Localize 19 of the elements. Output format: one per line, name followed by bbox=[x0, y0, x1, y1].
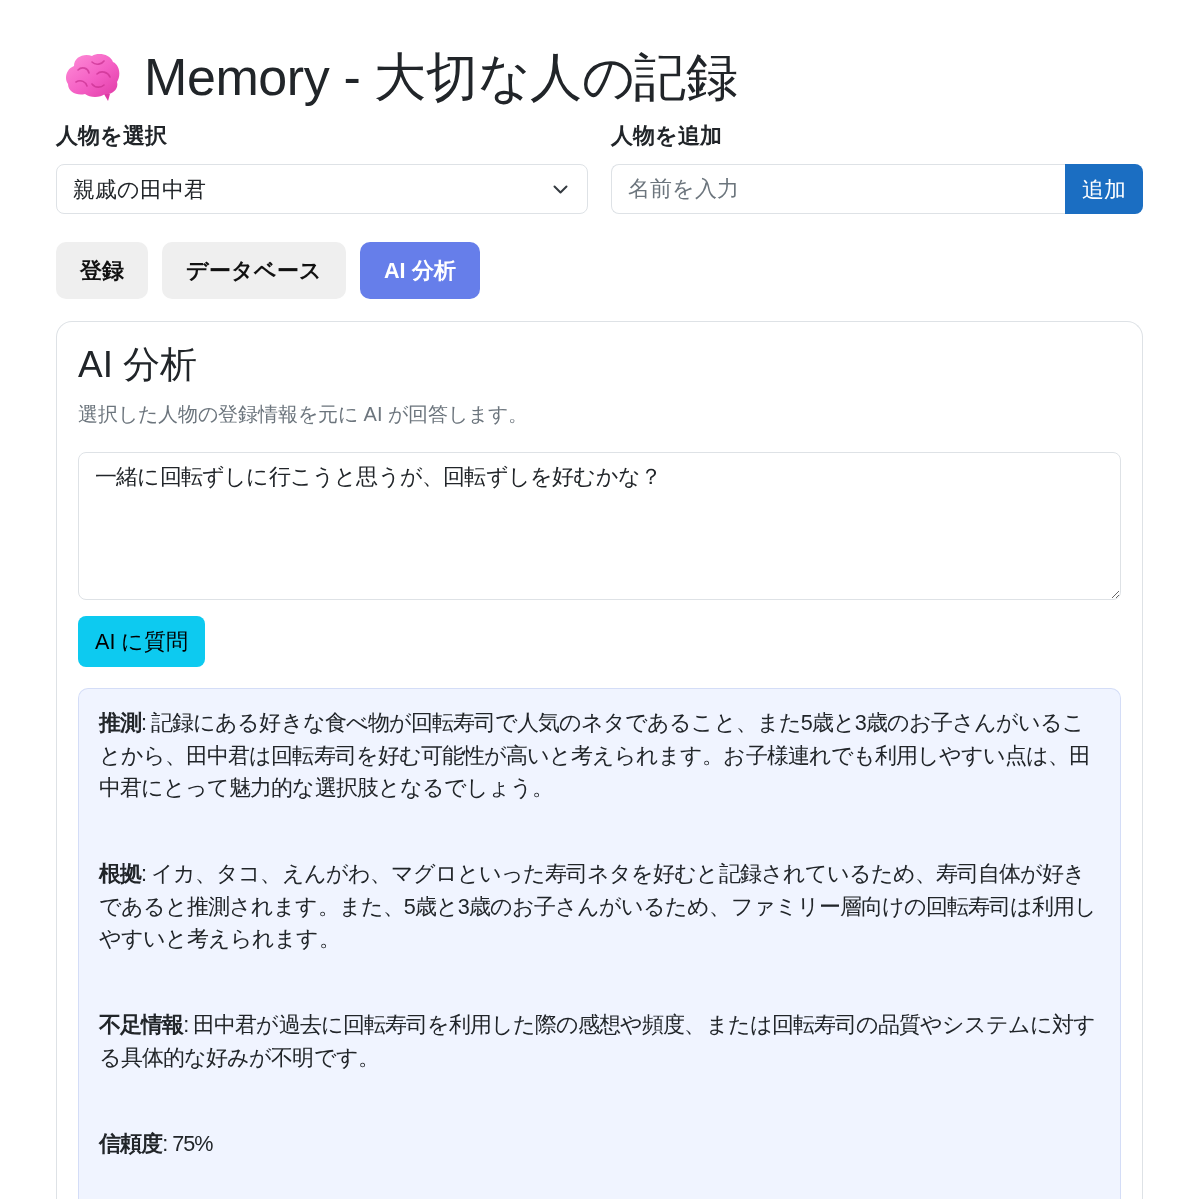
answer-paragraph: 推測: 記録にある好きな食べ物が回転寿司で人気のネタであること、また5歳と3歳のお子さんがいることから、田中君は回転寿司を好む可能性が高いと考えられます。お子様連れでも利用しやすい点は、田中君にとって魅力的な選択肢となるでしょう。 bbox=[99, 709, 1092, 802]
chevron-down-icon bbox=[553, 184, 568, 194]
app-title: Memory - 大切な人の記録 bbox=[144, 47, 738, 108]
ask-ai-button[interactable]: AI に質問 bbox=[78, 616, 206, 667]
add-button[interactable]: 追加 bbox=[1065, 164, 1143, 214]
tab[interactable]: 登録 bbox=[56, 242, 148, 299]
answer-paragraph: 根拠: イカ、タコ、えんがわ、マグロといった寿司ネタを好むと記録されているため、寿司自体が好きであると推測されます。また、5歳と3歳のお子さんがいるため、ファミリー層向けの回転寿司は利用しやすいと考えられます。 bbox=[99, 860, 1098, 953]
field-label: 人物を選択 bbox=[56, 123, 167, 149]
brain-icon bbox=[64, 52, 120, 102]
tab[interactable]: AI 分析 bbox=[360, 242, 480, 299]
question-textarea[interactable]: 一緒に回転ずしに行こうと思うが、回転ずしを好むかな？ bbox=[78, 452, 1121, 600]
answer-paragraph: 不足情報: 田中君が過去に回転寿司を利用した際の感想や頻度、または回転寿司の品質やシステムに対する具体的な好みが不明です。 bbox=[99, 1011, 1097, 1072]
name-input[interactable]: 名前を入力 bbox=[611, 164, 1065, 214]
tab[interactable]: データベース bbox=[162, 242, 346, 299]
answer-paragraph: 信頼度: 75% bbox=[99, 1129, 214, 1158]
panel-description: 選択した人物の登録情報を元に AI が回答します。 bbox=[78, 402, 528, 426]
person-select[interactable]: 親戚の田中君 bbox=[56, 164, 588, 214]
field-label: 人物を追加 bbox=[611, 123, 722, 149]
panel-title: AI 分析 bbox=[78, 343, 198, 386]
